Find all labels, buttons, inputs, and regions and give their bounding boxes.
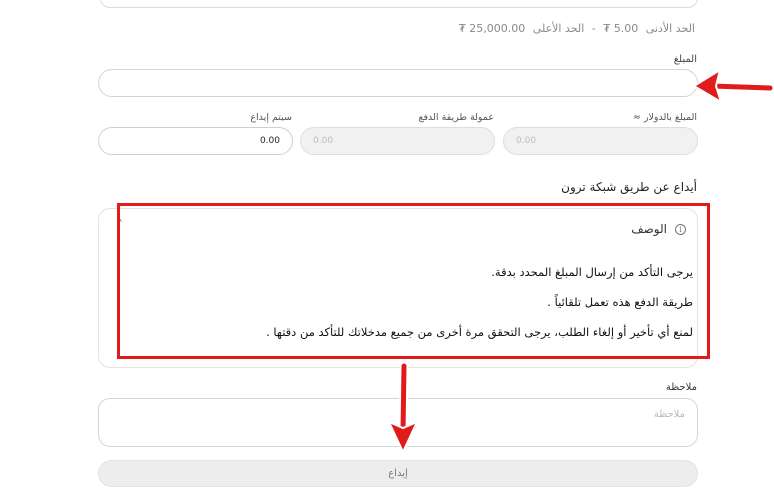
annotation-arrows (386, 67, 774, 455)
right-arrowhead-icon (692, 67, 723, 105)
down-arrow-icon (400, 363, 407, 435)
right-arrow-icon (709, 83, 773, 91)
